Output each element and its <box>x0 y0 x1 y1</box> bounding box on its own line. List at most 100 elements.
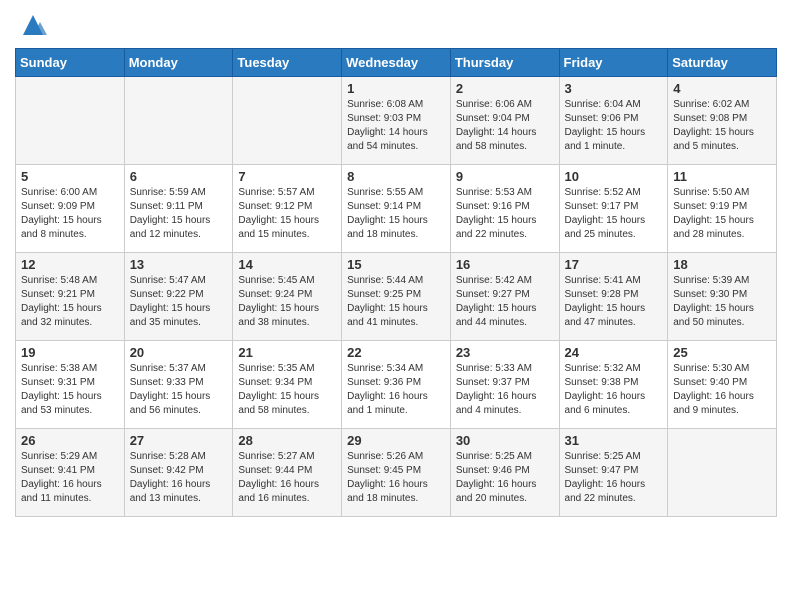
day-cell: 6 Sunrise: 5:59 AM Sunset: 9:11 PM Daylig… <box>124 165 233 253</box>
day-cell: 25 Sunrise: 5:30 AM Sunset: 9:40 PM Dayli… <box>668 341 777 429</box>
day-number: 19 <box>21 345 119 360</box>
day-info: Sunrise: 5:26 AM Sunset: 9:45 PM Dayligh… <box>347 450 445 506</box>
logo-icon <box>18 10 48 40</box>
day-info: Sunrise: 5:42 AM Sunset: 9:27 PM Dayligh… <box>456 274 554 330</box>
day-cell: 13 Sunrise: 5:47 AM Sunset: 9:22 PM Dayli… <box>124 253 233 341</box>
day-number: 30 <box>456 433 554 448</box>
day-info: Sunrise: 5:47 AM Sunset: 9:22 PM Dayligh… <box>130 274 228 330</box>
day-cell: 20 Sunrise: 5:37 AM Sunset: 9:33 PM Dayli… <box>124 341 233 429</box>
day-cell: 29 Sunrise: 5:26 AM Sunset: 9:45 PM Dayli… <box>342 429 451 517</box>
day-cell: 7Sunrise: 5:57 AM Sunset: 9:12 PM Daylig… <box>233 165 342 253</box>
header-sunday: Sunday <box>16 49 125 77</box>
day-cell: 17 Sunrise: 5:41 AM Sunset: 9:28 PM Dayli… <box>559 253 668 341</box>
day-number: 22 <box>347 345 445 360</box>
day-number: 5 <box>21 169 119 184</box>
day-info: Sunrise: 6:04 AM Sunset: 9:06 PM Dayligh… <box>565 98 663 154</box>
day-cell: 26 Sunrise: 5:29 AM Sunset: 9:41 PM Dayli… <box>16 429 125 517</box>
day-cell: 22Sunrise: 5:34 AM Sunset: 9:36 PM Dayli… <box>342 341 451 429</box>
day-info: Sunrise: 6:06 AM Sunset: 9:04 PM Dayligh… <box>456 98 554 154</box>
day-info: Sunrise: 5:48 AM Sunset: 9:21 PM Dayligh… <box>21 274 119 330</box>
day-info: Sunrise: 5:44 AM Sunset: 9:25 PM Dayligh… <box>347 274 445 330</box>
day-number: 23 <box>456 345 554 360</box>
day-number: 21 <box>238 345 336 360</box>
day-number: 28 <box>238 433 336 448</box>
day-number: 6 <box>130 169 228 184</box>
day-cell: 30 Sunrise: 5:25 AM Sunset: 9:46 PM Dayli… <box>450 429 559 517</box>
calendar-table: SundayMondayTuesdayWednesdayThursdayFrid… <box>15 48 777 517</box>
day-number: 25 <box>673 345 771 360</box>
header-monday: Monday <box>124 49 233 77</box>
day-info: Sunrise: 5:57 AM Sunset: 9:12 PM Dayligh… <box>238 186 336 242</box>
day-info: Sunrise: 5:50 AM Sunset: 9:19 PM Dayligh… <box>673 186 771 242</box>
day-cell: 28 Sunrise: 5:27 AM Sunset: 9:44 PM Dayli… <box>233 429 342 517</box>
day-cell: 31Sunrise: 5:25 AM Sunset: 9:47 PM Dayli… <box>559 429 668 517</box>
day-info: Sunrise: 5:30 AM Sunset: 9:40 PM Dayligh… <box>673 362 771 418</box>
day-info: Sunrise: 6:02 AM Sunset: 9:08 PM Dayligh… <box>673 98 771 154</box>
week-row-2: 5 Sunrise: 6:00 AM Sunset: 9:09 PM Daylig… <box>16 165 777 253</box>
day-info: Sunrise: 5:37 AM Sunset: 9:33 PM Dayligh… <box>130 362 228 418</box>
day-info: Sunrise: 5:35 AM Sunset: 9:34 PM Dayligh… <box>238 362 336 418</box>
day-info: Sunrise: 5:38 AM Sunset: 9:31 PM Dayligh… <box>21 362 119 418</box>
week-row-4: 19 Sunrise: 5:38 AM Sunset: 9:31 PM Dayli… <box>16 341 777 429</box>
day-cell: 18Sunrise: 5:39 AM Sunset: 9:30 PM Dayli… <box>668 253 777 341</box>
day-info: Sunrise: 5:28 AM Sunset: 9:42 PM Dayligh… <box>130 450 228 506</box>
day-number: 17 <box>565 257 663 272</box>
header-thursday: Thursday <box>450 49 559 77</box>
day-info: Sunrise: 5:33 AM Sunset: 9:37 PM Dayligh… <box>456 362 554 418</box>
day-number: 15 <box>347 257 445 272</box>
week-row-5: 26 Sunrise: 5:29 AM Sunset: 9:41 PM Dayli… <box>16 429 777 517</box>
day-info: Sunrise: 5:29 AM Sunset: 9:41 PM Dayligh… <box>21 450 119 506</box>
day-cell: 27 Sunrise: 5:28 AM Sunset: 9:42 PM Dayli… <box>124 429 233 517</box>
day-cell <box>668 429 777 517</box>
day-cell: 19 Sunrise: 5:38 AM Sunset: 9:31 PM Dayli… <box>16 341 125 429</box>
day-number: 29 <box>347 433 445 448</box>
day-number: 2 <box>456 81 554 96</box>
day-number: 4 <box>673 81 771 96</box>
day-cell <box>124 77 233 165</box>
day-info: Sunrise: 5:59 AM Sunset: 9:11 PM Dayligh… <box>130 186 228 242</box>
day-cell: 11 Sunrise: 5:50 AM Sunset: 9:19 PM Dayli… <box>668 165 777 253</box>
header-saturday: Saturday <box>668 49 777 77</box>
week-row-1: 1 Sunrise: 6:08 AM Sunset: 9:03 PM Daylig… <box>16 77 777 165</box>
day-cell: 1 Sunrise: 6:08 AM Sunset: 9:03 PM Daylig… <box>342 77 451 165</box>
page-header <box>15 10 777 40</box>
day-cell: 12 Sunrise: 5:48 AM Sunset: 9:21 PM Dayli… <box>16 253 125 341</box>
day-info: Sunrise: 5:53 AM Sunset: 9:16 PM Dayligh… <box>456 186 554 242</box>
day-number: 16 <box>456 257 554 272</box>
day-number: 12 <box>21 257 119 272</box>
day-info: Sunrise: 5:25 AM Sunset: 9:46 PM Dayligh… <box>456 450 554 506</box>
day-cell: 2 Sunrise: 6:06 AM Sunset: 9:04 PM Daylig… <box>450 77 559 165</box>
day-info: Sunrise: 5:55 AM Sunset: 9:14 PM Dayligh… <box>347 186 445 242</box>
day-info: Sunrise: 5:41 AM Sunset: 9:28 PM Dayligh… <box>565 274 663 330</box>
day-cell: 15 Sunrise: 5:44 AM Sunset: 9:25 PM Dayli… <box>342 253 451 341</box>
day-cell: 9 Sunrise: 5:53 AM Sunset: 9:16 PM Daylig… <box>450 165 559 253</box>
day-info: Sunrise: 5:52 AM Sunset: 9:17 PM Dayligh… <box>565 186 663 242</box>
day-info: Sunrise: 5:32 AM Sunset: 9:38 PM Dayligh… <box>565 362 663 418</box>
day-cell: 10 Sunrise: 5:52 AM Sunset: 9:17 PM Dayli… <box>559 165 668 253</box>
day-cell: 23 Sunrise: 5:33 AM Sunset: 9:37 PM Dayli… <box>450 341 559 429</box>
day-number: 20 <box>130 345 228 360</box>
header-wednesday: Wednesday <box>342 49 451 77</box>
day-number: 9 <box>456 169 554 184</box>
day-number: 24 <box>565 345 663 360</box>
day-info: Sunrise: 6:00 AM Sunset: 9:09 PM Dayligh… <box>21 186 119 242</box>
day-cell: 14Sunrise: 5:45 AM Sunset: 9:24 PM Dayli… <box>233 253 342 341</box>
day-number: 31 <box>565 433 663 448</box>
logo <box>15 10 48 40</box>
day-cell: 4 Sunrise: 6:02 AM Sunset: 9:08 PM Daylig… <box>668 77 777 165</box>
day-info: Sunrise: 6:08 AM Sunset: 9:03 PM Dayligh… <box>347 98 445 154</box>
day-number: 10 <box>565 169 663 184</box>
day-cell: 5 Sunrise: 6:00 AM Sunset: 9:09 PM Daylig… <box>16 165 125 253</box>
day-cell: 24 Sunrise: 5:32 AM Sunset: 9:38 PM Dayli… <box>559 341 668 429</box>
day-number: 18 <box>673 257 771 272</box>
day-info: Sunrise: 5:45 AM Sunset: 9:24 PM Dayligh… <box>238 274 336 330</box>
day-number: 26 <box>21 433 119 448</box>
day-number: 27 <box>130 433 228 448</box>
day-number: 13 <box>130 257 228 272</box>
day-info: Sunrise: 5:27 AM Sunset: 9:44 PM Dayligh… <box>238 450 336 506</box>
day-cell <box>233 77 342 165</box>
day-cell: 8Sunrise: 5:55 AM Sunset: 9:14 PM Daylig… <box>342 165 451 253</box>
day-number: 11 <box>673 169 771 184</box>
day-number: 1 <box>347 81 445 96</box>
header-friday: Friday <box>559 49 668 77</box>
